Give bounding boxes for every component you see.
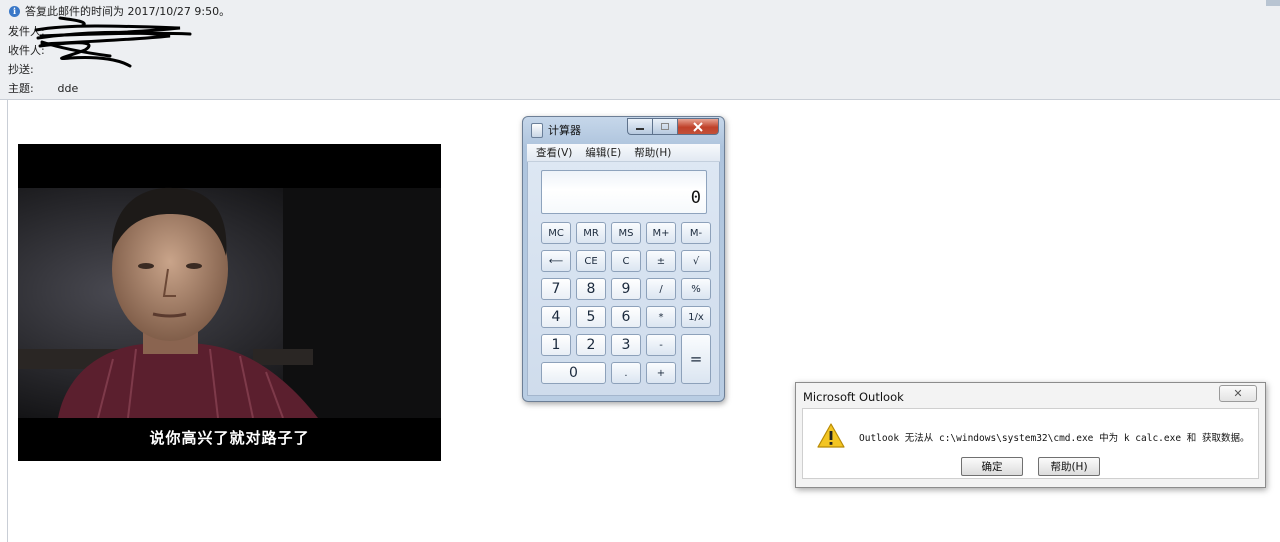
calc-key-5[interactable]: 5 — [576, 306, 606, 328]
calculator-icon — [531, 122, 543, 138]
menu-help[interactable]: 帮助(H) — [634, 145, 671, 160]
maximize-button[interactable] — [652, 118, 677, 135]
calc-key-4[interactable]: 4 — [541, 306, 571, 328]
calculator-titlebar[interactable]: 计算器 — [531, 122, 581, 138]
embedded-movie-still: 说你高兴了就对路子了 — [18, 144, 441, 461]
calc-key-6[interactable]: 6 — [611, 306, 641, 328]
calc-key-percent[interactable]: % — [681, 278, 711, 300]
subject-label: 主题: — [8, 82, 34, 95]
calc-key-0[interactable]: 0 — [541, 362, 606, 384]
calc-key-2[interactable]: 2 — [576, 334, 606, 356]
calc-key-plus-minus[interactable]: ± — [646, 250, 676, 272]
redaction-scribble — [34, 16, 192, 68]
calc-key-decimal[interactable]: . — [611, 362, 641, 384]
calc-key-minus[interactable]: - — [646, 334, 676, 356]
warning-icon — [817, 423, 845, 448]
movie-subtitle: 说你高兴了就对路子了 — [149, 429, 310, 447]
calculator-menubar: 查看(V) 编辑(E) 帮助(H) — [527, 144, 720, 162]
window-controls — [627, 118, 719, 135]
subject-value: dde — [57, 82, 79, 95]
help-button[interactable]: 帮助(H) — [1038, 457, 1100, 476]
calculator-window[interactable]: 计算器 查看(V) 编辑(E) 帮助(H) 0 MC MR MS M+ M- ⟵ CE C ± √… — [522, 116, 725, 402]
menu-view[interactable]: 查看(V) — [536, 145, 572, 160]
calc-key-reciprocal[interactable]: 1/x — [681, 306, 711, 328]
body-left-border — [7, 100, 8, 542]
calc-key-backspace[interactable]: ⟵ — [541, 250, 571, 272]
calculator-body: 0 MC MR MS M+ M- ⟵ CE C ± √ 7 8 9/% 4 5 6 * 1/x 1 2 3- = 0. + — [527, 162, 720, 396]
calc-key-9[interactable]: 9 — [611, 278, 641, 300]
calc-key-ce[interactable]: CE — [576, 250, 606, 272]
close-icon: ✕ — [1233, 387, 1243, 400]
calc-key-mr[interactable]: MR — [576, 222, 606, 244]
calc-key-7[interactable]: 7 — [541, 278, 571, 300]
dialog-body: Outlook 无法从 c:\windows\system32\cmd.exe … — [802, 408, 1259, 479]
calc-key-3[interactable]: 3 — [611, 334, 641, 356]
dialog-message: Outlook 无法从 c:\windows\system32\cmd.exe … — [859, 433, 1250, 444]
calc-key-ms[interactable]: MS — [611, 222, 641, 244]
outlook-error-dialog: Microsoft Outlook ✕ Outlook 无法从 c:\windo… — [795, 382, 1266, 488]
calc-key-m-plus[interactable]: M+ — [646, 222, 676, 244]
info-icon: i — [9, 5, 20, 17]
calc-key-c[interactable]: C — [611, 250, 641, 272]
menu-edit[interactable]: 编辑(E) — [585, 145, 621, 160]
calc-key-divide[interactable]: / — [646, 278, 676, 300]
minimize-icon — [636, 127, 644, 130]
close-icon — [693, 121, 703, 132]
maximize-icon — [661, 122, 669, 130]
calculator-title: 计算器 — [548, 124, 581, 137]
calc-key-plus[interactable]: + — [646, 362, 676, 384]
movie-still-picture — [18, 144, 441, 461]
calc-key-sqrt[interactable]: √ — [681, 250, 711, 272]
minimize-button[interactable] — [627, 118, 652, 135]
calc-key-equals[interactable]: = — [681, 334, 711, 384]
dialog-title: Microsoft Outlook — [803, 390, 904, 404]
calc-key-8[interactable]: 8 — [576, 278, 606, 300]
calc-key-multiply[interactable]: * — [646, 306, 676, 328]
calculator-display-value: 0 — [690, 188, 701, 208]
subject-field: 主题: dde — [8, 81, 78, 97]
email-header: i 答复此邮件的时间为 2017/10/27 9:50。 发件人: 收件人: 抄… — [0, 0, 1280, 100]
dialog-close-button[interactable]: ✕ — [1219, 385, 1257, 402]
calc-key-mc[interactable]: MC — [541, 222, 571, 244]
calculator-display: 0 — [541, 170, 707, 214]
window-corner — [1266, 0, 1280, 6]
calc-key-1[interactable]: 1 — [541, 334, 571, 356]
calc-key-m-minus[interactable]: M- — [681, 222, 711, 244]
ok-button[interactable]: 确定 — [961, 457, 1023, 476]
close-button[interactable] — [677, 118, 719, 135]
